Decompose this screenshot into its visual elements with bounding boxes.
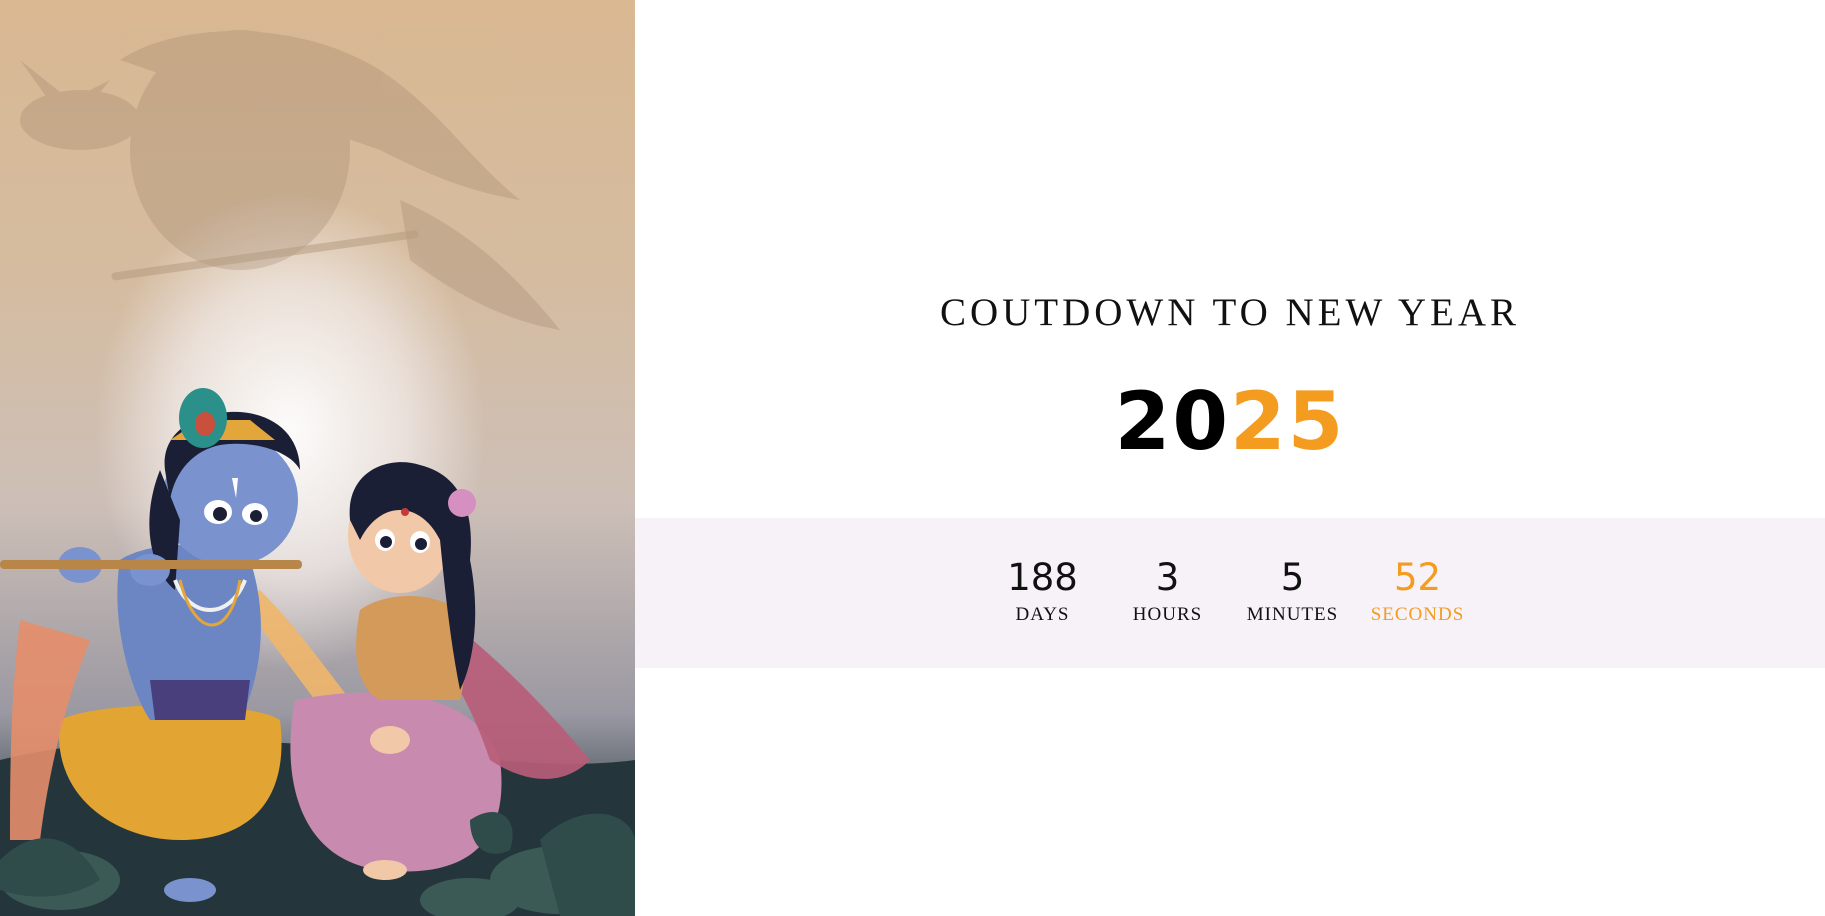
countdown-seconds: 52 SECONDS (1355, 556, 1480, 626)
countdown-page: COUTDOWN TO NEW YEAR 2025 188 DAYS 3 HOU… (0, 0, 1825, 916)
days-label: DAYS (1015, 604, 1070, 625)
countdown-minutes: 5 MINUTES (1230, 556, 1355, 626)
seconds-label: SECONDS (1370, 604, 1465, 625)
minutes-value: 5 (1280, 556, 1305, 599)
year-part-accent: 25 (1230, 375, 1346, 468)
hours-value: 3 (1155, 556, 1180, 599)
days-value: 188 (1007, 556, 1078, 599)
year-display: 2025 (635, 372, 1825, 472)
hero-illustration (0, 0, 635, 916)
countdown-hours: 3 HOURS (1105, 556, 1230, 626)
hours-label: HOURS (1132, 604, 1203, 625)
year-part-primary: 20 (1114, 375, 1230, 468)
countdown-band: 188 DAYS 3 HOURS 5 MINUTES 52 SECONDS (635, 518, 1825, 668)
seconds-value: 52 (1393, 556, 1442, 599)
countdown-days: 188 DAYS (980, 556, 1105, 626)
krishna-radha-illustration (0, 30, 635, 916)
countdown-heading: COUTDOWN TO NEW YEAR (939, 291, 1521, 334)
countdown-units: 188 DAYS 3 HOURS 5 MINUTES 52 SECONDS (635, 556, 1825, 626)
minutes-label: MINUTES (1246, 604, 1339, 625)
